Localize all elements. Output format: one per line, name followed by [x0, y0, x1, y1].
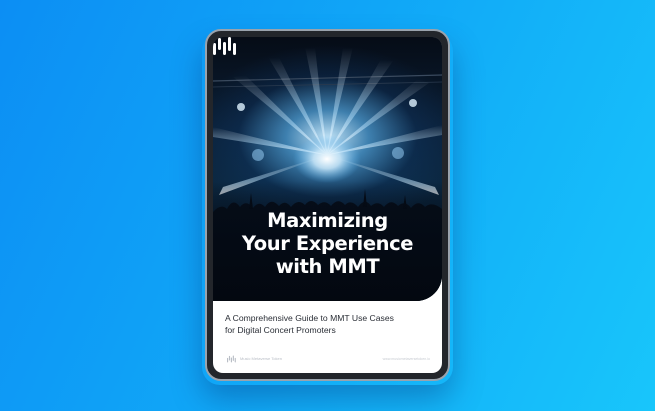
cover-subtitle: A Comprehensive Guide to MMT Use Cases f… — [225, 312, 440, 336]
cover-subtitle-line: for Digital Concert Promoters — [225, 325, 336, 335]
ebook-cover: Maximizing Your Experience with MMT A Co… — [213, 37, 442, 373]
footer-website: www.musicmetaversetoken.io — [382, 357, 430, 361]
footer-brand-name: Music Metaverse Token — [240, 356, 282, 361]
tablet-device: Maximizing Your Experience with MMT A Co… — [205, 29, 450, 381]
cover-title-line: with MMT — [275, 255, 380, 278]
mmt-logo-icon — [213, 37, 236, 55]
cover-title-line: Maximizing — [267, 209, 388, 232]
concert-hero-image: Maximizing Your Experience with MMT — [213, 37, 442, 301]
footer-logo-icon — [227, 355, 236, 363]
cover-title: Maximizing Your Experience with MMT — [213, 209, 442, 278]
cover-subtitle-line: A Comprehensive Guide to MMT Use Cases — [225, 313, 394, 323]
cover-title-line: Your Experience — [241, 232, 414, 255]
